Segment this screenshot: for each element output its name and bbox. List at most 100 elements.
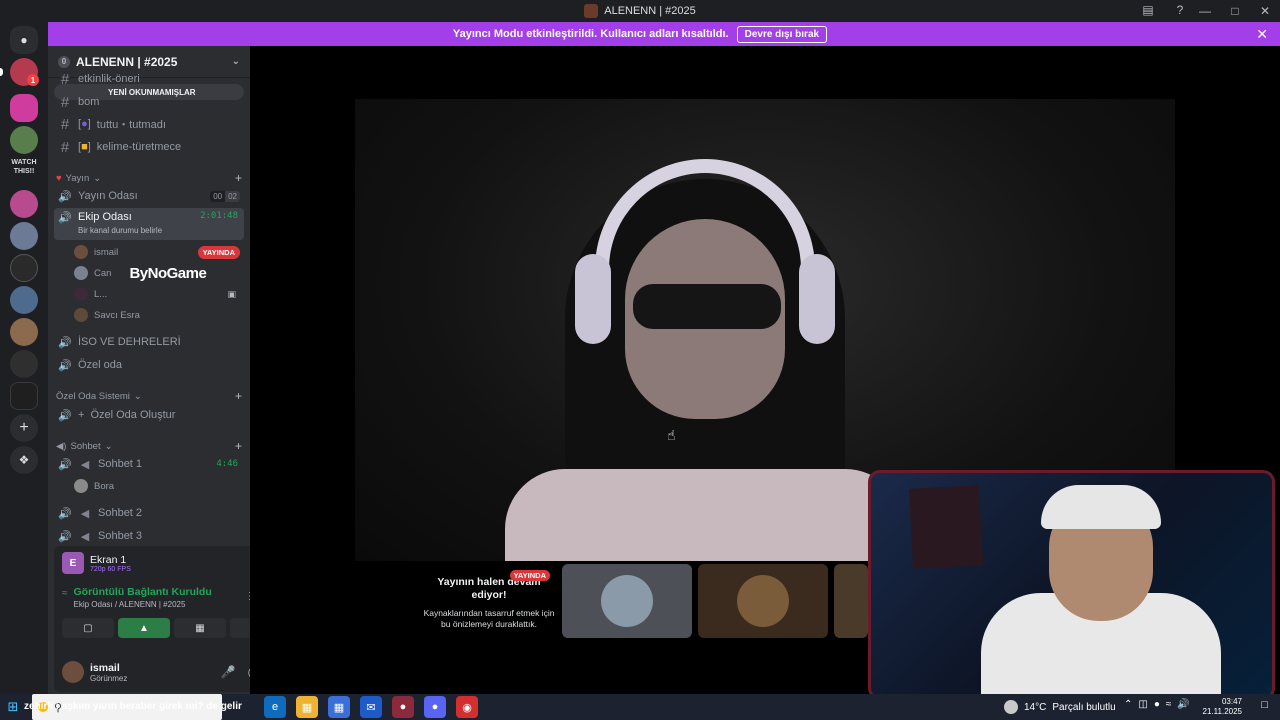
store-icon[interactable]: ▦ <box>328 696 350 718</box>
voice-user[interactable]: Savcı Esra <box>74 305 240 325</box>
windows-taskbar: ⊞ ⚲ zehirli : aşkım yarın beraber girek … <box>0 694 1280 720</box>
discord-home-icon[interactable]: ● <box>10 26 38 54</box>
channel-label: Sohbet 2 <box>98 507 143 519</box>
add-channel-icon[interactable]: + <box>235 439 242 453</box>
user-status: Görünmez <box>90 673 128 683</box>
participant-avatar <box>601 575 653 627</box>
server-icon-5[interactable] <box>10 190 38 218</box>
channel-bom[interactable]: # bom <box>54 91 244 113</box>
user-avatar[interactable] <box>62 661 84 683</box>
server-icon-10[interactable] <box>10 350 38 378</box>
live-badge: YAYINDA <box>509 570 550 581</box>
voice-yayin-odasi[interactable]: 🔊 Yayın Odası 00 02 <box>54 185 244 207</box>
participant-thumb[interactable] <box>698 564 828 638</box>
mic-tray-icon[interactable]: ● <box>1154 699 1160 710</box>
chevron-down-icon: ⌄ <box>231 56 240 67</box>
weather-icon <box>1004 700 1018 714</box>
add-server-icon[interactable]: + <box>10 414 38 442</box>
discord-taskbar-icon[interactable]: ● <box>424 696 446 718</box>
user-info[interactable]: ismail Görünmez <box>90 662 127 683</box>
server-icon-6[interactable] <box>10 222 38 250</box>
server-icon-watch[interactable]: WATCH THIS!! <box>10 158 38 186</box>
title-bar-icons: ▤ ? <box>1140 2 1188 18</box>
maximize-button[interactable]: □ <box>1220 0 1250 22</box>
hash-icon: # <box>60 115 70 133</box>
wifi-icon[interactable]: ≈ <box>1166 699 1172 710</box>
server-icon-7[interactable] <box>10 254 38 282</box>
participant-avatar <box>737 575 789 627</box>
category-ozel-oda-sistemi[interactable]: Özel Oda Sistemi ⌄ + <box>56 388 242 404</box>
headphones-band <box>595 159 815 289</box>
voice-sohbet-1[interactable]: 🔊 ◀ Sohbet 1 4:46 <box>54 453 244 475</box>
voice-user[interactable]: Can ByNoGame <box>74 263 240 283</box>
weather-widget[interactable]: 14°C Parçalı bulutlu <box>1004 700 1116 714</box>
participant-thumb[interactable] <box>834 564 868 638</box>
participant-thumb[interactable] <box>562 564 692 638</box>
weather-temp: 14°C <box>1024 701 1047 713</box>
activities-button[interactable]: ▦ <box>174 618 226 638</box>
volume-icon[interactable]: 🔊 <box>1177 699 1189 710</box>
network-icon[interactable]: ◫ <box>1138 699 1147 710</box>
system-tray: ⌃ ◫ ● ≈ 🔊 <box>1124 699 1190 710</box>
channel-kelime[interactable]: # [■] kelime-türetmece <box>54 136 244 158</box>
mail-icon[interactable]: ✉ <box>360 696 382 718</box>
server-icon-3[interactable] <box>10 126 38 154</box>
discover-icon[interactable]: ❖ <box>10 446 38 474</box>
participant-video <box>505 159 905 561</box>
clock-date: 21.11.2025 <box>1202 707 1242 716</box>
server-icon-11[interactable] <box>10 382 38 410</box>
live-badge: YAYINDA <box>197 245 240 259</box>
voice-sohbet-3[interactable]: 🔊 ◀ Sohbet 3 <box>54 525 244 547</box>
channel-tuttu[interactable]: # [●] tuttu・tutmadı <box>54 113 244 135</box>
server-icon-8[interactable] <box>10 286 38 314</box>
window-title: ALENENN | #2025 <box>604 5 696 17</box>
voice-user[interactable]: ismail YAYINDA <box>74 242 240 262</box>
server-icon-2[interactable] <box>10 94 38 122</box>
voice-user[interactable]: L... ▣ <box>74 284 240 304</box>
connection-status[interactable]: Görüntülü Bağlantı Kuruldu <box>74 586 212 598</box>
category-label: Sohbet <box>70 440 101 452</box>
close-window-button[interactable]: ✕ <box>1250 0 1280 22</box>
connection-location[interactable]: Ekip Odası / ALENENN | #2025 <box>74 600 212 609</box>
edge-icon[interactable]: e <box>264 696 286 718</box>
camera-off-button[interactable]: ▢ <box>62 618 114 638</box>
clock[interactable]: 03:47 21.11.2025 <box>1203 697 1242 717</box>
windows-start-icon[interactable]: ⊞ <box>0 694 26 720</box>
microphone-icon[interactable]: 🎤 <box>221 665 236 679</box>
screen-share-button[interactable]: ▲ <box>118 618 170 638</box>
category-sohbet[interactable]: ◀) Sohbet ⌄ + <box>56 438 242 454</box>
add-channel-icon[interactable]: + <box>235 389 242 403</box>
webcam-overlay <box>868 470 1275 700</box>
channel-label: Özel Oda Oluştur <box>90 409 176 421</box>
voice-ekip-odasi[interactable]: 🔊 Ekip Odası Bir kanal durumu belirle 2:… <box>54 208 244 240</box>
server-icon-9[interactable] <box>10 318 38 346</box>
app-icon-red[interactable]: ● <box>392 696 414 718</box>
voice-ozel-oda[interactable]: 🔊 Özel oda <box>54 354 244 376</box>
add-channel-icon[interactable]: + <box>235 171 242 185</box>
obs-icon[interactable]: ◉ <box>456 696 478 718</box>
close-banner-icon[interactable]: ✕ <box>1256 26 1268 43</box>
file-explorer-icon[interactable]: ▦ <box>296 696 318 718</box>
disable-streamer-mode-button[interactable]: Devre dışı bırak <box>736 25 828 43</box>
chevron-down-icon: ⌄ <box>133 390 142 402</box>
channel-status[interactable]: Bir kanal durumu belirle <box>78 226 162 235</box>
user-name: Can <box>94 267 112 279</box>
title-bar: ALENENN | #2025 ▤ ? — □ ✕ <box>0 0 1280 22</box>
speaker-icon: 🔊 <box>58 190 72 203</box>
voice-iso[interactable]: 🔊 İSO VE DEHRELERİ <box>54 331 244 353</box>
voice-sohbet-2[interactable]: 🔊 ◀ Sohbet 2 <box>54 502 244 524</box>
minimize-button[interactable]: — <box>1190 0 1220 22</box>
voice-user[interactable]: Bora <box>74 476 240 496</box>
channel-label: kelime-türetmece <box>96 141 182 153</box>
headphone-cup-right <box>799 254 835 344</box>
voice-ozel-oda-olustur[interactable]: 🔊 + Özel Oda Oluştur <box>54 404 244 426</box>
help-icon[interactable]: ? <box>1172 2 1188 18</box>
chevron-up-icon[interactable]: ⌃ <box>1124 699 1132 710</box>
channel-label: bom <box>78 96 100 108</box>
category-yayin[interactable]: ♥ Yayın ⌄ + <box>56 170 242 186</box>
user-limit: 00 02 <box>210 190 244 202</box>
inbox-icon[interactable]: ▤ <box>1140 2 1156 18</box>
notification-icon[interactable]: □ <box>1261 699 1268 711</box>
bracket-icon: [■] <box>78 141 91 153</box>
channel-label: Ekip Odası <box>78 211 132 223</box>
